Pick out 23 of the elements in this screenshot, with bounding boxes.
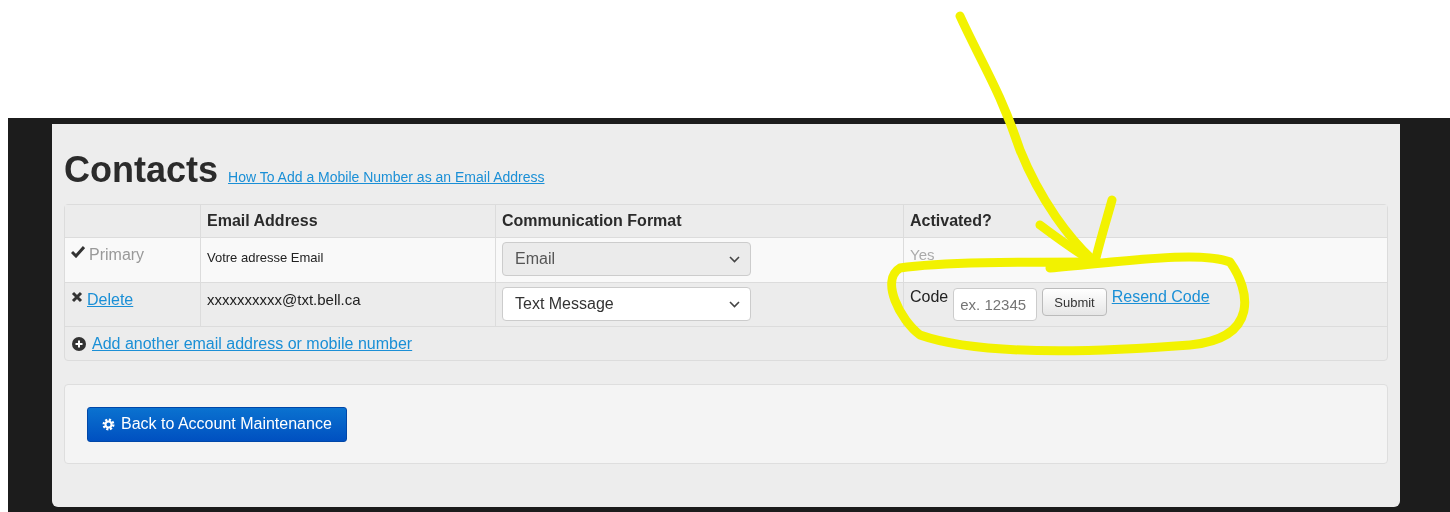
plus-circle-icon — [72, 336, 86, 351]
add-contact-link[interactable]: Add another email address or mobile number — [92, 334, 413, 353]
column-header: Email Address — [207, 212, 318, 230]
check-icon — [71, 246, 85, 258]
resend-code-link[interactable]: Resend Code — [1111, 288, 1210, 306]
caret-icon — [729, 300, 740, 308]
back-button[interactable]: Back to Account Maintenance — [87, 406, 347, 442]
caret-icon — [729, 255, 740, 263]
submit-button[interactable]: Submit — [1042, 288, 1107, 316]
code-label: Code — [910, 288, 949, 306]
gear-icon — [102, 417, 115, 431]
close-icon — [71, 291, 83, 303]
activated-value: Yes — [910, 246, 935, 263]
delete-link[interactable]: Delete — [87, 291, 134, 309]
email-address: xxxxxxxxxx@txt.bell.ca — [207, 291, 361, 308]
page-title: Contacts — [64, 150, 219, 190]
help-link[interactable]: How To Add a Mobile Number as an Email Address — [228, 169, 545, 185]
primary-label: Primary — [89, 246, 145, 264]
email-address: Votre adresse Email — [207, 250, 324, 265]
column-header: Activated? — [910, 212, 992, 230]
column-header: Communication Format — [502, 212, 682, 230]
code-field[interactable]: ex. 12345 — [953, 288, 1038, 321]
format-select[interactable]: Text Message — [502, 287, 751, 321]
